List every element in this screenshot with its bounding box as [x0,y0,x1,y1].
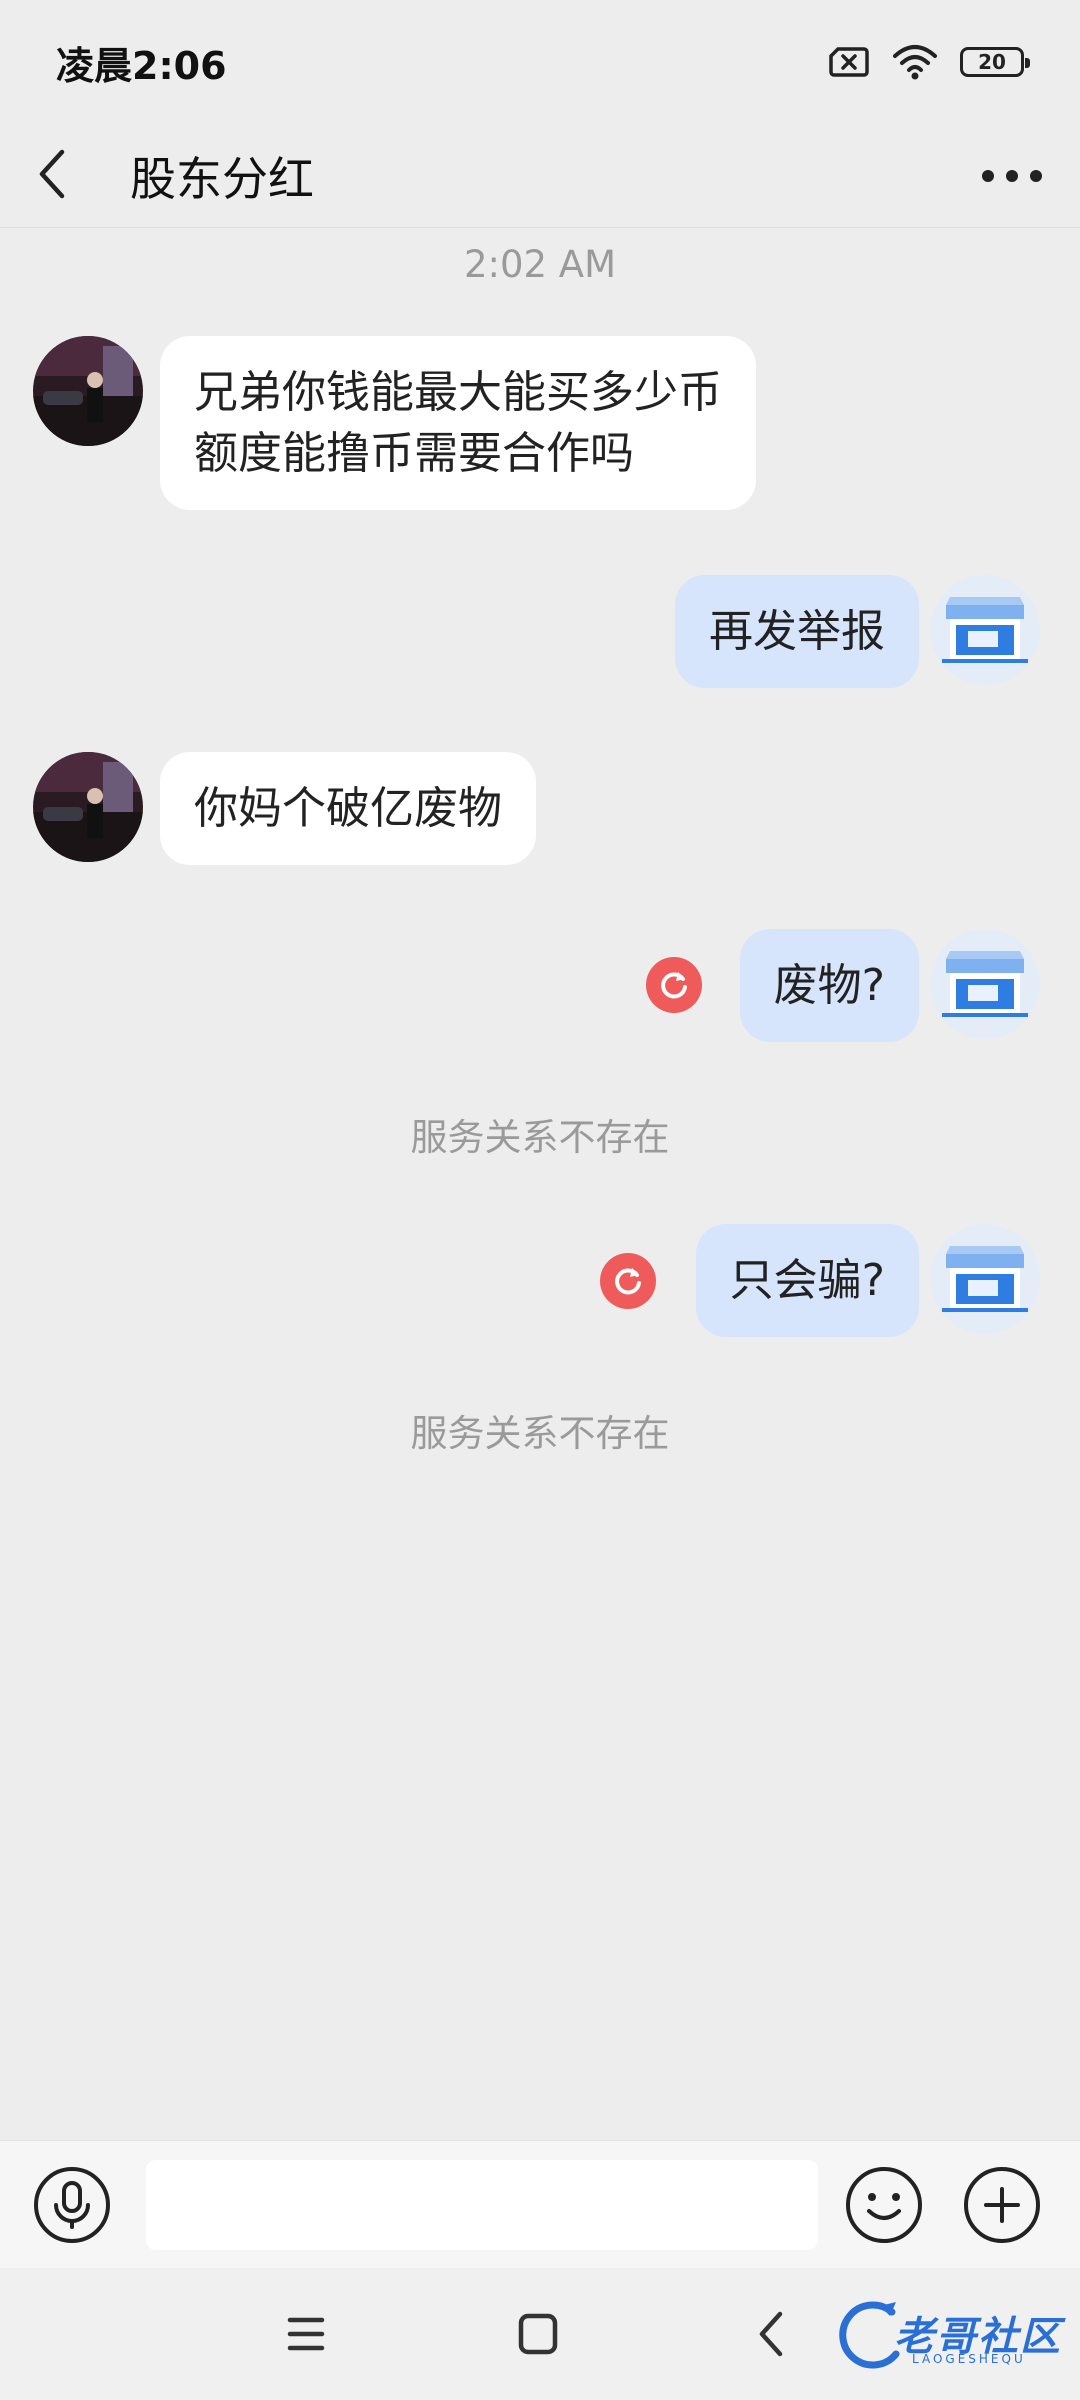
my-avatar[interactable] [930,575,1040,685]
back-icon [759,2311,783,2357]
menu-icon [287,2317,325,2351]
microphone-icon [34,2167,110,2243]
resend-button[interactable] [600,1253,656,1309]
resend-button[interactable] [646,957,702,1013]
home-square-icon [518,2313,558,2355]
chevron-left-icon [34,146,70,206]
watermark-subtext: LAOGESHEQU [912,2352,1026,2366]
wifi-icon [892,44,938,80]
more-dots-icon [982,170,994,182]
more-button[interactable] [982,154,1042,198]
message-text: 再发举报 [709,606,885,657]
message-timestamp: 2:02 AM [463,243,617,286]
message-text: 额度能撸币需要合作吗 [194,428,634,479]
message-text: 你妈个破亿废物 [194,783,502,834]
smile-icon [846,2167,922,2243]
plus-circle-icon [964,2167,1040,2243]
back-button[interactable] [34,124,124,228]
system-notice: 服务关系不存在 [410,1116,670,1159]
message-bubble-incoming[interactable]: 你妈个破亿废物 [160,752,536,865]
message-input[interactable] [146,2160,818,2250]
message-bubble-outgoing[interactable]: 废物? [739,929,919,1042]
title-bar: 股东分红 [0,124,1080,228]
voice-button[interactable] [32,2165,112,2245]
message-bubble-incoming[interactable]: 兄弟你钱能最大能买多少币 额度能撸币需要合作吗 [160,336,756,510]
refresh-icon [615,1268,641,1295]
system-back-button[interactable] [742,2306,802,2362]
home-button[interactable] [508,2306,568,2362]
message-text: 兄弟你钱能最大能买多少币 [194,367,722,418]
chat-title: 股东分红 [130,151,314,206]
refresh-icon [661,972,687,999]
system-notice: 服务关系不存在 [410,1412,670,1455]
store-icon [930,929,1040,1039]
system-nav-bar: 老哥社区 LAOGESHEQU [0,2268,1080,2400]
my-avatar[interactable] [930,929,1040,1039]
sim-off-icon [828,46,870,78]
contact-avatar[interactable] [33,336,143,446]
status-bar: 凌晨2:06 20 [0,0,1080,124]
contact-avatar[interactable] [33,752,143,862]
status-icons: 20 [828,44,1030,80]
message-text: 只会骗? [729,1255,885,1306]
message-text: 废物? [773,960,885,1011]
battery-icon: 20 [960,47,1030,77]
chat-screen: 凌晨2:06 20 股东分红 2:02 AM 兄弟你钱能最大能买多少币 额度能撸… [0,0,1080,2400]
watermark-logo: 老哥社区 LAOGESHEQU [836,2298,1066,2374]
input-bar [0,2140,1080,2268]
recent-apps-button[interactable] [276,2306,336,2362]
my-avatar[interactable] [930,1224,1040,1334]
message-bubble-outgoing[interactable]: 只会骗? [695,1224,919,1337]
plus-button[interactable] [962,2165,1042,2245]
store-icon [930,575,1040,685]
status-time: 凌晨2:06 [56,43,227,88]
store-icon [930,1224,1040,1334]
message-list[interactable]: 2:02 AM 兄弟你钱能最大能买多少币 额度能撸币需要合作吗 再发举报 你妈个… [0,229,1080,2139]
emoji-button[interactable] [844,2165,924,2245]
message-bubble-outgoing[interactable]: 再发举报 [675,575,919,688]
